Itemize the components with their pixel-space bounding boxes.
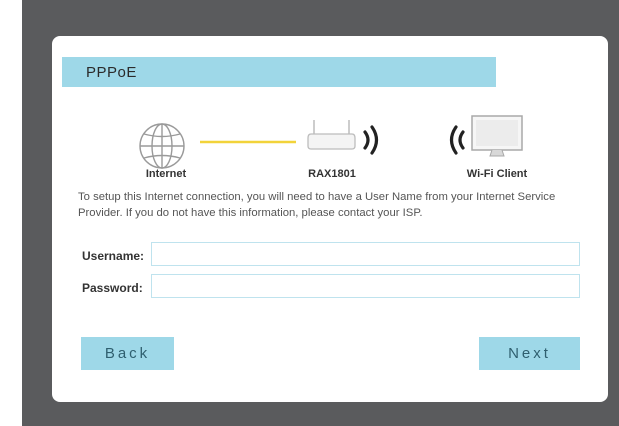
- client-label: Wi-Fi Client: [466, 168, 528, 180]
- internet-label: Internet: [145, 168, 187, 180]
- wifi-signal-icon: [363, 125, 379, 155]
- wifi-receive-icon: [449, 125, 465, 155]
- router-icon: [307, 120, 356, 150]
- password-input[interactable]: [151, 274, 580, 298]
- next-button[interactable]: Next: [479, 337, 580, 370]
- description-text: To setup this Internet connection, you w…: [78, 191, 556, 219]
- globe-icon: [139, 123, 185, 169]
- username-input[interactable]: [151, 242, 580, 266]
- monitor-icon: [471, 115, 523, 157]
- pppoe-dialog: PPPoE Internet RAX1801 Wi-Fi Client To s…: [52, 36, 608, 402]
- connection-diagram: Internet RAX1801 Wi-Fi Client: [52, 36, 608, 186]
- router-label: RAX1801: [308, 168, 356, 180]
- username-label: Username:: [82, 249, 145, 263]
- back-button[interactable]: Back: [81, 337, 174, 370]
- password-label: Password:: [82, 281, 143, 295]
